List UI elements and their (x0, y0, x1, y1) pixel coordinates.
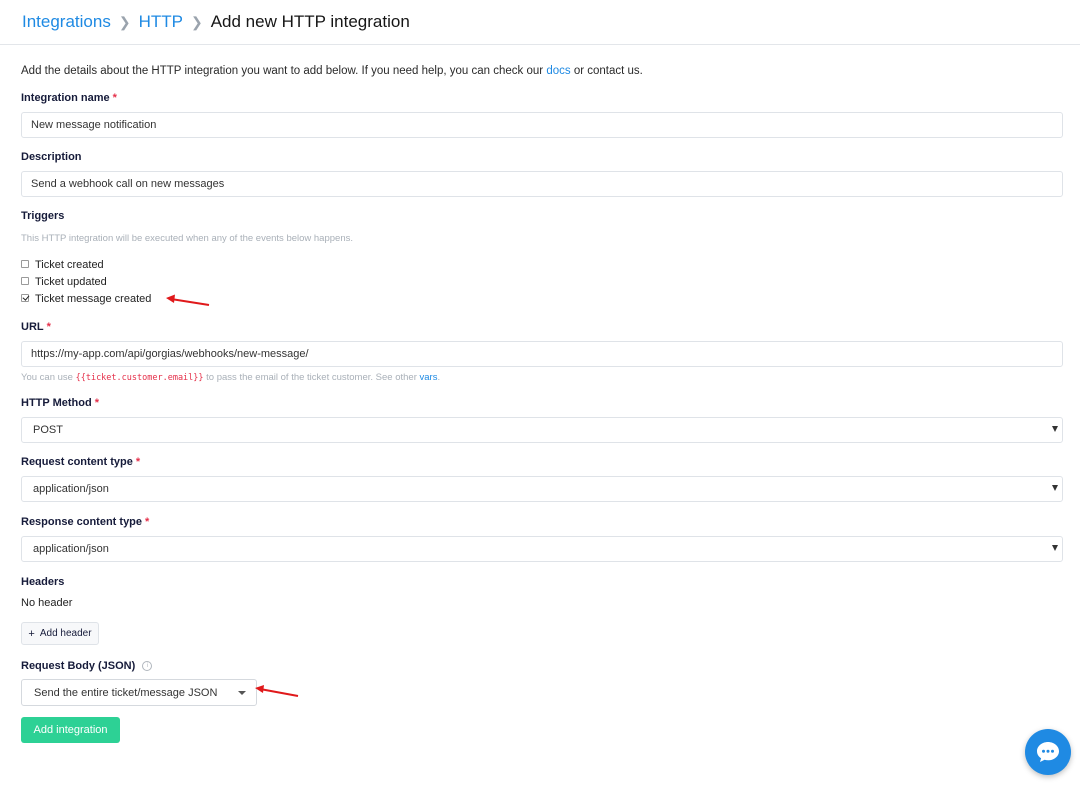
add-header-button[interactable]: + Add header (21, 622, 99, 645)
http-method-value: POST (33, 424, 63, 436)
required-marker: * (94, 397, 99, 409)
required-marker: * (46, 321, 51, 333)
http-method-select[interactable]: POST (21, 417, 1063, 443)
add-header-label: Add header (39, 628, 92, 639)
required-marker: * (112, 92, 117, 104)
integration-name-value: New message notification (31, 119, 157, 131)
request-content-type-value: application/json (33, 483, 109, 495)
request-content-type-label-text: Request content type (21, 456, 133, 468)
response-content-type-label-text: Response content type (21, 516, 143, 528)
no-header-text: No header (21, 597, 73, 609)
chat-bubble-icon (1037, 742, 1059, 762)
intro-suffix: or contact us. (573, 65, 643, 77)
page-title: Add new HTTP integration (210, 12, 410, 31)
integration-name-label-text: Integration name (21, 92, 110, 104)
vars-link[interactable]: vars (420, 372, 438, 383)
annotation-arrow-icon (255, 685, 299, 697)
plus-icon: + (28, 627, 35, 640)
url-value: https://my-app.com/api/gorgias/webhooks/… (31, 348, 309, 360)
caret-down-icon (238, 691, 246, 695)
intro-prefix: Add the details about the HTTP integrati… (21, 65, 544, 77)
description-input[interactable]: Send a webhook call on new messages (21, 171, 1063, 197)
caret-down-icon (1052, 545, 1058, 551)
caret-down-icon (1052, 426, 1058, 432)
trigger-label: Ticket message created (35, 293, 152, 305)
url-hint-middle: to pass the email of the ticket customer… (206, 372, 417, 383)
request-body-label: Request Body (JSON) i (21, 660, 153, 672)
url-hint: You can use {{ticket.customer.email}} to… (21, 372, 440, 383)
checkbox-ticket-updated[interactable] (21, 277, 29, 285)
trigger-ticket-message-created[interactable]: Ticket message created (21, 293, 151, 305)
url-input[interactable]: https://my-app.com/api/gorgias/webhooks/… (21, 341, 1063, 367)
required-marker: * (145, 516, 150, 528)
description-label: Description (21, 151, 82, 163)
trigger-ticket-created[interactable]: Ticket created (21, 259, 104, 271)
request-body-label-text: Request Body (JSON) (21, 660, 136, 672)
caret-down-icon (1052, 485, 1058, 491)
breadcrumb: Integrations ❯ HTTP ❯ Add new HTTP integ… (0, 0, 1080, 45)
url-hint-code: {{ticket.customer.email}} (75, 373, 204, 383)
checkbox-ticket-created[interactable] (21, 260, 29, 268)
request-body-dropdown[interactable]: Send the entire ticket/message JSON (21, 679, 257, 706)
request-content-type-label: Request content type * (21, 456, 140, 468)
http-method-label-text: HTTP Method (21, 397, 92, 409)
http-method-label: HTTP Method * (21, 397, 99, 409)
url-label-text: URL (21, 321, 44, 333)
chevron-right-icon: ❯ (190, 13, 203, 30)
headers-label: Headers (21, 576, 65, 588)
url-hint-end: . (437, 372, 441, 383)
intro-text: Add the details about the HTTP integrati… (21, 65, 643, 77)
integration-name-input[interactable]: New message notification (21, 112, 1063, 138)
trigger-label: Ticket updated (35, 276, 107, 288)
trigger-label: Ticket created (35, 259, 104, 271)
chevron-right-icon: ❯ (118, 13, 131, 30)
info-icon[interactable]: i (142, 661, 153, 672)
triggers-hint: This HTTP integration will be executed w… (21, 233, 353, 244)
response-content-type-select[interactable]: application/json (21, 536, 1063, 562)
checkbox-ticket-message-created[interactable] (21, 294, 29, 302)
url-hint-prefix: You can use (21, 372, 73, 383)
trigger-ticket-updated[interactable]: Ticket updated (21, 276, 107, 288)
response-content-type-label: Response content type * (21, 516, 149, 528)
request-body-value: Send the entire ticket/message JSON (34, 686, 218, 699)
breadcrumb-integrations-link[interactable]: Integrations (22, 12, 111, 32)
required-marker: * (135, 456, 141, 468)
triggers-label: Triggers (21, 210, 65, 222)
response-content-type-value: application/json (33, 543, 109, 555)
chat-widget-button[interactable] (1025, 729, 1071, 775)
request-content-type-select[interactable]: application/json (21, 476, 1063, 502)
integration-name-label: Integration name * (21, 92, 117, 104)
url-label: URL * (21, 321, 51, 333)
add-integration-button[interactable]: Add integration (21, 717, 120, 743)
docs-link[interactable]: docs (546, 65, 570, 77)
annotation-arrow-icon (166, 294, 210, 306)
breadcrumb-http-link[interactable]: HTTP (139, 12, 183, 32)
description-value: Send a webhook call on new messages (31, 178, 225, 190)
